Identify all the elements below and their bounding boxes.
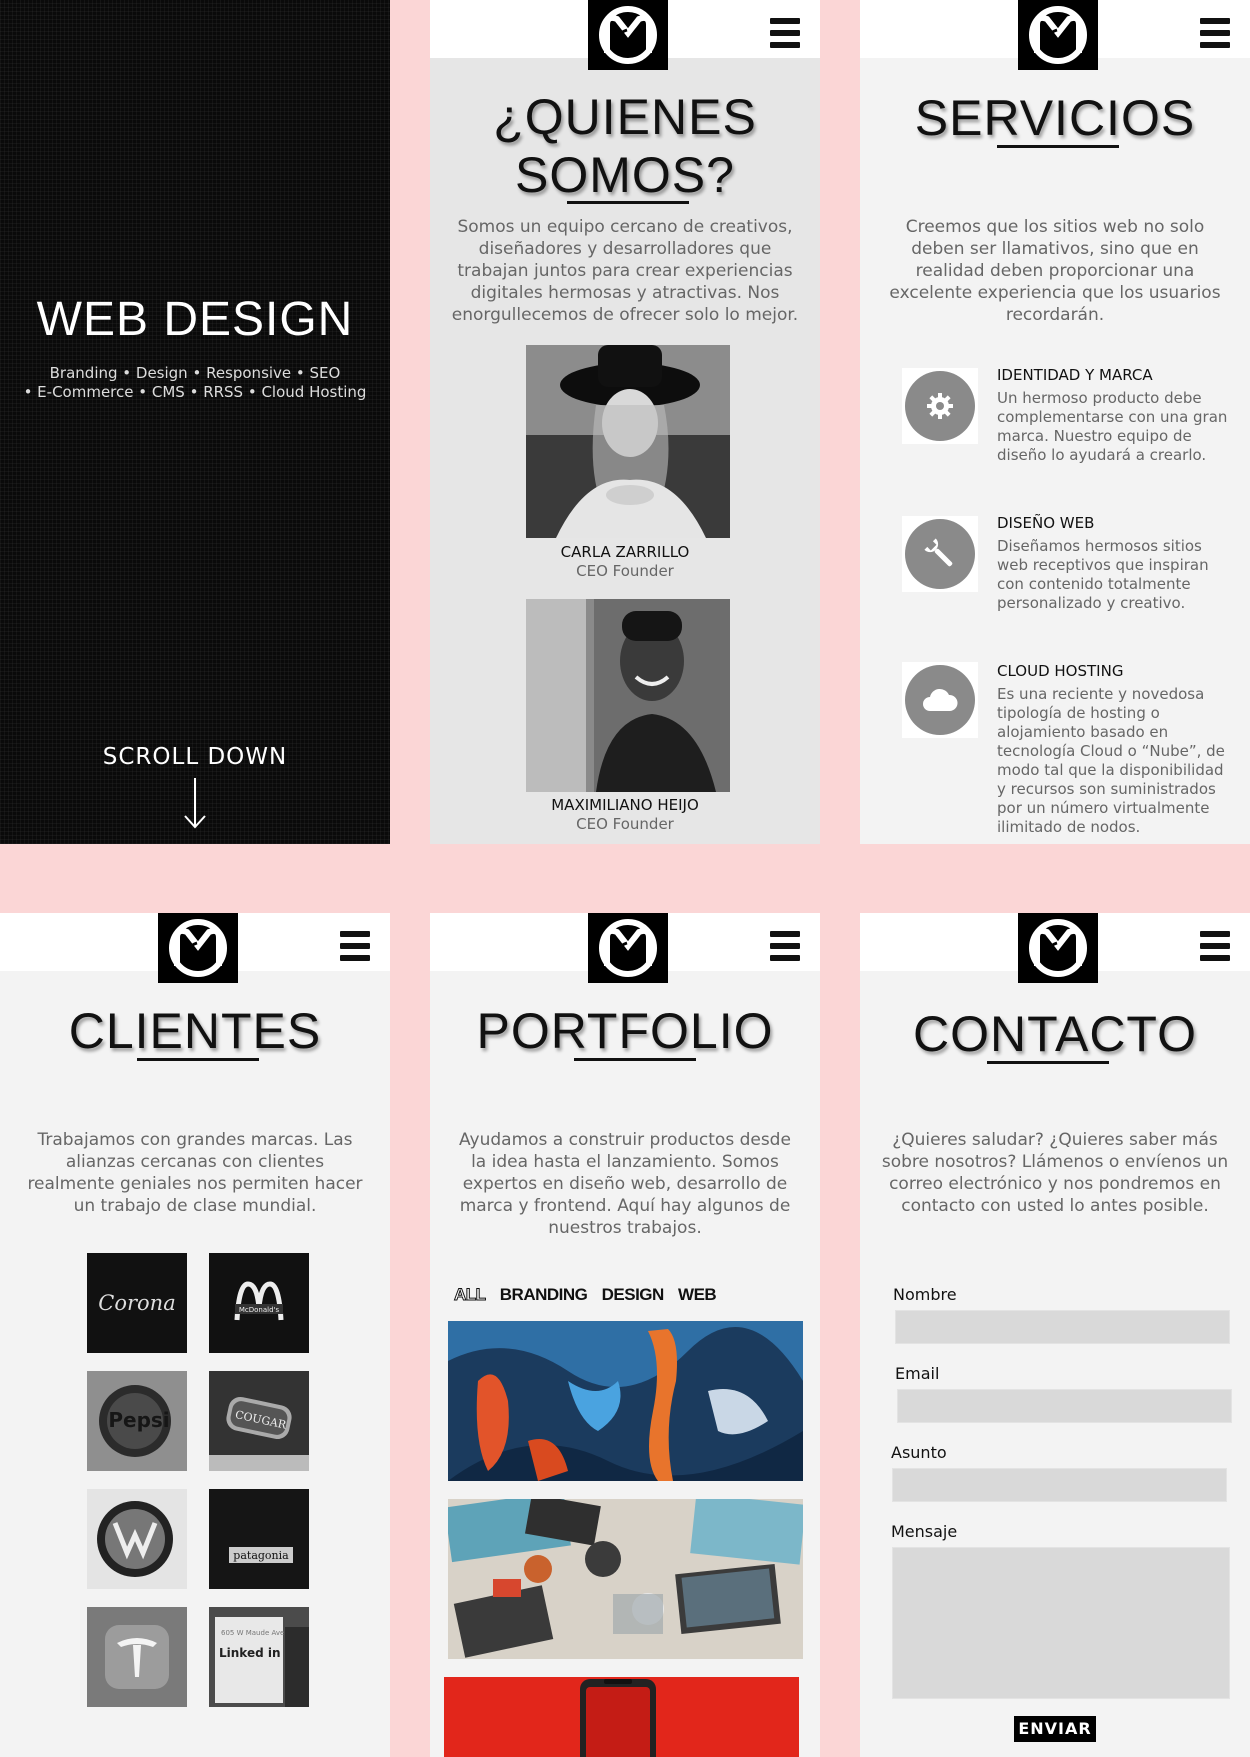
team-photo-maximiliano bbox=[526, 599, 730, 792]
logo[interactable] bbox=[588, 913, 668, 983]
title-underline bbox=[987, 1061, 1109, 1064]
svg-text:Linked in: Linked in bbox=[219, 1646, 281, 1660]
logo-icon bbox=[1029, 6, 1087, 64]
hero-subtitle: Branding • Design • Responsive • SEO • E… bbox=[20, 364, 370, 402]
services-text: Creemos que los sitios web no solo deben… bbox=[889, 217, 1221, 325]
hero-subtitle-line: • E-Commerce • CMS • RRSS • Cloud Hostin… bbox=[23, 383, 367, 401]
hero-screen: WEB DESIGN Branding • Design • Responsiv… bbox=[0, 0, 390, 844]
about-screen: ¿QUIENES SOMOS? Somos un equipo cercano … bbox=[430, 0, 820, 844]
page-title: PORTFOLIO bbox=[476, 1003, 774, 1059]
name-label: Nombre bbox=[893, 1285, 957, 1304]
page-title: SERVICIOS bbox=[914, 90, 1196, 146]
cloud-icon bbox=[923, 688, 958, 711]
service-title: DISEÑO WEB bbox=[997, 514, 1095, 532]
svg-text:patagonia: patagonia bbox=[233, 1549, 289, 1562]
title-line: ¿QUIENES bbox=[493, 89, 757, 145]
member-name: CARLA ZARRILLO bbox=[560, 543, 690, 561]
scroll-down-link[interactable]: SCROLL DOWN bbox=[0, 744, 390, 770]
title-underline bbox=[574, 1058, 696, 1061]
logo-icon bbox=[599, 6, 657, 64]
service-description: Es una reciente y novedosa tipología de … bbox=[997, 685, 1225, 836]
svg-text:McDonald's: McDonald's bbox=[239, 1306, 280, 1314]
menu-icon[interactable] bbox=[1200, 931, 1230, 965]
member-name: MAXIMILIANO HEIJO bbox=[551, 796, 699, 814]
svg-text:VW: VW bbox=[130, 1580, 140, 1587]
title-line: SOMOS? bbox=[515, 147, 735, 203]
title-underline bbox=[137, 1058, 259, 1061]
client-logo-cougar: COUGAR bbox=[209, 1371, 309, 1471]
filter-design[interactable]: DESIGN bbox=[602, 1285, 665, 1304]
logo[interactable] bbox=[588, 0, 668, 70]
member-role: CEO Founder bbox=[576, 562, 674, 580]
page-title: CONTACTO bbox=[913, 1006, 1197, 1062]
client-logo-pepsi: Pepsi bbox=[87, 1371, 187, 1471]
portfolio-item-phone[interactable] bbox=[444, 1677, 799, 1757]
service-icon-box bbox=[902, 662, 978, 738]
hero-subtitle-line: Branding • Design • Responsive • SEO bbox=[49, 364, 341, 382]
portfolio-text: Ayudamos a construir productos desde la … bbox=[459, 1130, 791, 1238]
portfolio-item-workspace[interactable] bbox=[448, 1499, 803, 1659]
logo-icon bbox=[599, 919, 657, 977]
client-logo-patagonia: patagonia bbox=[209, 1489, 309, 1589]
svg-text:Tesla: Tesla bbox=[129, 1699, 145, 1706]
menu-icon[interactable] bbox=[1200, 18, 1230, 52]
svg-text:Pepsi: Pepsi bbox=[108, 1408, 169, 1432]
subject-field[interactable] bbox=[892, 1468, 1227, 1502]
member-role: CEO Founder bbox=[576, 815, 674, 833]
logo[interactable] bbox=[1018, 913, 1098, 983]
logo-icon bbox=[169, 919, 227, 977]
svg-text:605 W Maude Ave: 605 W Maude Ave bbox=[221, 1629, 284, 1637]
filter-branding[interactable]: BRANDING bbox=[500, 1285, 588, 1304]
service-title: IDENTIDAD Y MARCA bbox=[997, 366, 1153, 384]
email-field[interactable] bbox=[897, 1389, 1232, 1423]
email-label: Email bbox=[895, 1364, 940, 1383]
hero-background-texture bbox=[0, 0, 390, 844]
page-title: CLIENTES bbox=[68, 1003, 322, 1059]
about-text: Somos un equipo cercano de creativos, di… bbox=[451, 217, 799, 325]
team-photo-carla bbox=[526, 345, 730, 538]
logo[interactable] bbox=[1018, 0, 1098, 70]
title-underline bbox=[567, 201, 689, 204]
client-logo-volkswagen: VW bbox=[87, 1489, 187, 1589]
client-logo-corona: Corona bbox=[87, 1253, 187, 1353]
portfolio-item-painting[interactable] bbox=[448, 1321, 803, 1481]
subject-label: Asunto bbox=[891, 1443, 947, 1462]
clients-text: Trabajamos con grandes marcas. Las alian… bbox=[27, 1130, 363, 1216]
service-title: CLOUD HOSTING bbox=[997, 662, 1124, 680]
clients-screen: CLIENTES Trabajamos con grandes marcas. … bbox=[0, 913, 390, 1757]
client-logo-tesla: Tesla bbox=[87, 1607, 187, 1707]
client-logo-linkedin: 605 W Maude Ave Linked in bbox=[209, 1607, 309, 1707]
menu-icon[interactable] bbox=[770, 931, 800, 965]
contact-screen: CONTACTO ¿Quieres saludar? ¿Quieres sabe… bbox=[860, 913, 1250, 1757]
arrow-down-icon[interactable] bbox=[180, 778, 210, 830]
service-icon-box bbox=[902, 368, 978, 444]
portfolio-filters: ALL BRANDING DESIGN WEB bbox=[454, 1285, 726, 1305]
services-screen: SERVICIOS Creemos que los sitios web no … bbox=[860, 0, 1250, 844]
logo-icon bbox=[1029, 919, 1087, 977]
filter-all[interactable]: ALL bbox=[454, 1285, 487, 1305]
title-underline bbox=[997, 145, 1119, 148]
portfolio-screen: PORTFOLIO Ayudamos a construir productos… bbox=[430, 913, 820, 1757]
gear-icon bbox=[927, 393, 953, 419]
contact-text: ¿Quieres saludar? ¿Quieres saber más sob… bbox=[881, 1130, 1229, 1216]
wrench-icon bbox=[924, 538, 953, 567]
message-label: Mensaje bbox=[891, 1522, 958, 1541]
logo[interactable] bbox=[158, 913, 238, 983]
client-logo-mcdonalds: McDonald's bbox=[209, 1253, 309, 1353]
page-title: ¿QUIENES SOMOS? bbox=[430, 88, 820, 204]
send-button[interactable]: ENVIAR bbox=[1014, 1716, 1096, 1742]
filter-web[interactable]: WEB bbox=[678, 1285, 717, 1304]
menu-icon[interactable] bbox=[340, 931, 370, 965]
service-description: Diseñamos hermosos sitios web receptivos… bbox=[997, 537, 1209, 612]
hero-title: WEB DESIGN bbox=[36, 293, 354, 346]
name-field[interactable] bbox=[895, 1310, 1230, 1344]
menu-icon[interactable] bbox=[770, 18, 800, 52]
message-textarea[interactable] bbox=[892, 1547, 1230, 1699]
service-description: Un hermoso producto debe complementarse … bbox=[997, 389, 1228, 464]
service-icon-box bbox=[902, 516, 978, 592]
